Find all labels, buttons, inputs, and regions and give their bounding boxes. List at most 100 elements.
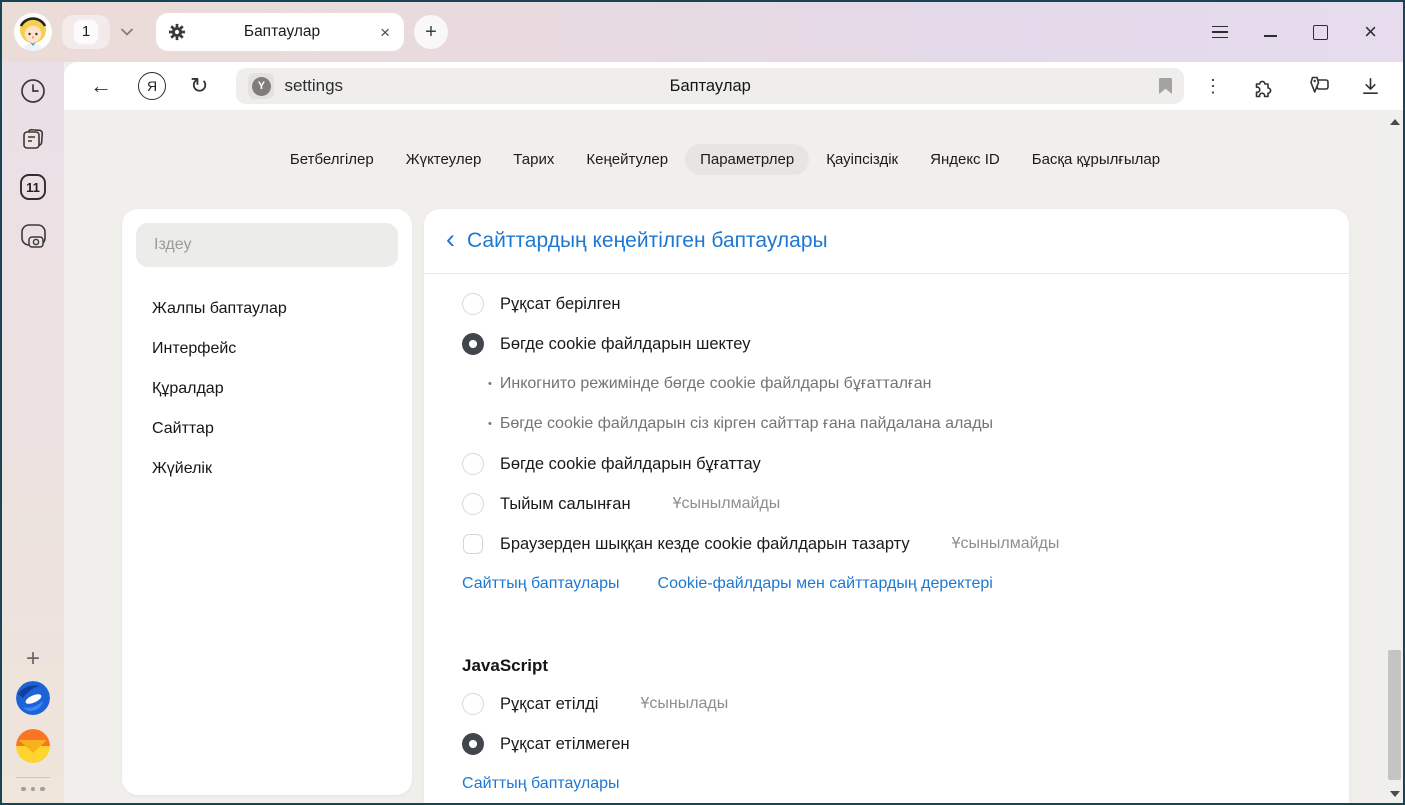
gear-icon [168,23,186,41]
scrollbar[interactable] [1386,110,1403,803]
sidebar-item-1[interactable]: Интерфейс [136,329,398,369]
yandex-browser-logo-icon[interactable] [16,681,50,715]
extensions-puzzle-icon[interactable] [1252,75,1275,98]
address-bar[interactable]: Y settings Баптаулар [236,68,1184,104]
settings-page: БетбелгілерЖүктеулерТарихКеңейтулерПарам… [64,110,1403,803]
search-input[interactable] [152,235,379,255]
settings-sidebar: Жалпы баптауларИнтерфейсҚұралдарСайттарЖ… [122,209,412,795]
rail-add-button[interactable]: + [17,643,49,675]
nav-tab-0[interactable]: Бетбелгілер [275,144,389,175]
refresh-button[interactable]: ↻ [190,73,208,99]
more-menu-icon[interactable]: ⋮ [1204,76,1222,97]
minimize-icon[interactable] [1264,35,1277,37]
rail-divider [16,777,50,778]
javascript-section-heading: JavaScript [462,654,1309,678]
javascript-links-row: Сайттың баптаулары [462,764,1309,803]
toolbar: ← Я ↻ Y settings Баптаулар ⋮ [64,62,1403,110]
page-title[interactable]: Сайттардың кеңейтілген баптаулары [467,229,828,253]
tab-count-text: 11 [26,180,40,195]
option-label: Браузерден шыққан кезде cookie файлдарын… [500,535,910,554]
option-label: Рұқсат берілген [500,295,621,314]
sidebar-item-3[interactable]: Сайттар [136,409,398,449]
sidebar-items: Жалпы баптауларИнтерфейсҚұралдарСайттарЖ… [136,289,398,489]
close-window-icon[interactable]: × [1364,21,1377,43]
radio-unchecked[interactable] [462,453,484,475]
nav-tab-2[interactable]: Тарих [498,144,569,175]
panel-content: Рұқсат берілген Бөгде cookie файлдарын ше… [424,274,1349,803]
option-note: Ұсынылады [640,695,728,713]
sidebar-item-4[interactable]: Жүйелік [136,449,398,489]
address-bar-page-title: Баптаулар [236,77,1184,96]
tab-title: Баптаулар [186,23,378,41]
yandex-home-button[interactable]: Я [138,72,166,100]
maximize-icon[interactable] [1313,25,1328,40]
yandex-mail-logo-icon[interactable] [16,729,50,763]
hamburger-menu-icon[interactable] [1212,26,1228,39]
nav-tab-5[interactable]: Қауіпсіздік [811,144,913,175]
cookie-link-0[interactable]: Сайттың баптаулары [462,575,620,593]
back-button[interactable]: ← [90,73,112,99]
tab-list-chevron-down-icon[interactable] [114,19,140,45]
tab-counter-value: 1 [73,19,99,45]
option-label: Рұқсат етілді [500,695,598,714]
radio-checked[interactable] [462,333,484,355]
option-label: Тыйым салынған [500,495,631,514]
tab-close-icon[interactable]: × [378,22,392,43]
toolbar-right-icons: ⋮ [1204,74,1381,98]
downloads-icon[interactable] [1360,76,1381,97]
cookie-options-group: Рұқсат берілген Бөгде cookie файлдарын ше… [462,284,1309,564]
radio-option-row[interactable]: Бөгде cookie файлдарын бұғаттау [462,444,1309,484]
scroll-down-icon[interactable] [1390,791,1400,797]
site-settings-link[interactable]: Сайттың баптаулары [462,775,620,793]
screenshot-camera-icon[interactable] [17,219,49,251]
radio-option-row[interactable]: Рұқсат етілмеген [462,724,1309,764]
nav-tab-3[interactable]: Кеңейтулер [571,144,683,175]
user-avatar[interactable] [14,13,52,51]
option-label: Бөгде cookie файлдарын шектеу [500,335,751,354]
bullet-icon: • [488,418,492,430]
panel-header: ‹ Сайттардың кеңейтілген баптаулары [424,209,1349,274]
back-chevron-icon[interactable]: ‹ [446,226,455,253]
rail-more-icon[interactable] [21,787,45,792]
radio-option-row[interactable]: Бөгде cookie файлдарын шектеу [462,324,1309,364]
site-favicon-letter: Y [252,77,271,96]
collections-icon[interactable] [1305,74,1330,98]
settings-nav-tabs: БетбелгілерЖүктеулерТарихКеңейтулерПарам… [64,144,1386,175]
option-detail: •Бөгде cookie файлдарын сіз кірген сайтт… [462,404,1309,444]
site-favicon: Y [248,73,274,99]
checkbox-option-row[interactable]: Браузерден шыққан кезде cookie файлдарын… [462,524,1309,564]
sidebar-item-2[interactable]: Құралдар [136,369,398,409]
radio-option-row[interactable]: Рұқсат етілді Ұсынылады [462,684,1309,724]
cookie-link-1[interactable]: Cookie-файлдары мен сайттардың деректері [658,575,993,593]
search-box[interactable] [136,223,398,267]
scrollbar-thumb[interactable] [1388,650,1401,780]
nav-tab-7[interactable]: Басқа құрылғылар [1017,144,1175,175]
radio-unchecked[interactable] [462,493,484,515]
plus-icon: + [26,645,40,673]
side-rail: 11 + [2,62,64,803]
all-tabs-badge[interactable]: 11 [17,171,49,203]
nav-tab-4-active[interactable]: Параметрлер [685,144,809,175]
sidebar-item-0[interactable]: Жалпы баптаулар [136,289,398,329]
scroll-up-icon[interactable] [1390,119,1400,125]
bullet-icon: • [488,378,492,390]
bookmark-flag-icon[interactable] [1159,78,1172,94]
history-clock-icon[interactable] [17,75,49,107]
radio-checked[interactable] [462,733,484,755]
cookie-links-row: Сайттың баптаулары Cookie-файлдары мен са… [462,564,1309,604]
plus-icon: + [425,21,437,44]
nav-tab-1[interactable]: Жүктеулер [391,144,497,175]
option-note: Ұсынылмайды [952,535,1060,553]
tab-counter[interactable]: 1 [62,15,110,49]
avatar-girl-icon [14,13,52,51]
radio-unchecked[interactable] [462,693,484,715]
titlebar: 1 Баптаулар × + [2,2,1403,62]
radio-option-row[interactable]: Тыйым салынғанҰсынылмайды [462,484,1309,524]
active-tab[interactable]: Баптаулар × [156,13,404,51]
new-tab-button[interactable]: + [414,15,448,49]
notes-icon[interactable] [17,123,49,155]
radio-unchecked[interactable] [462,293,484,315]
nav-tab-6[interactable]: Яндекс ID [915,144,1015,175]
checkbox-unchecked[interactable] [463,534,483,554]
radio-option-row[interactable]: Рұқсат берілген [462,284,1309,324]
